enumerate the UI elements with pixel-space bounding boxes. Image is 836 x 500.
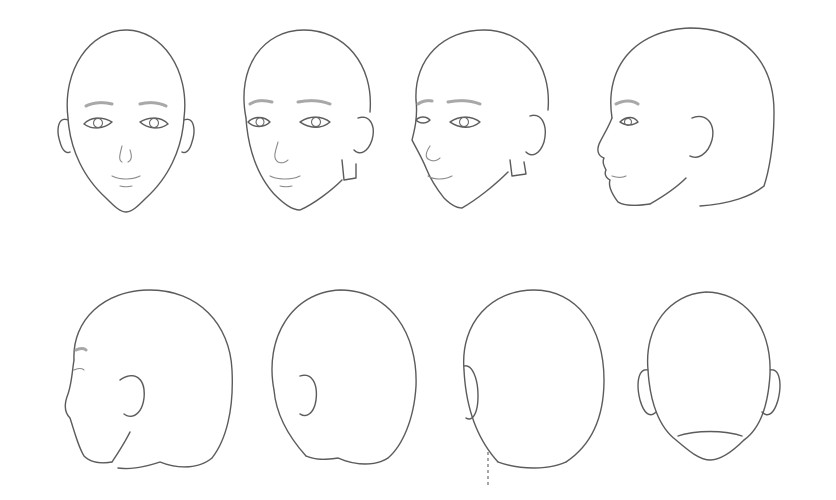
skull-outline [610, 27, 775, 187]
right-iris [148, 117, 160, 129]
skull-outline [271, 289, 417, 459]
skull-outline [646, 291, 771, 441]
skull-outline [243, 29, 372, 119]
right-iris [458, 116, 470, 128]
jaw-outline [647, 369, 677, 441]
jaw-outline [273, 389, 307, 457]
head-front-view [57, 29, 195, 213]
skull-outline [73, 289, 234, 459]
right-eye [449, 116, 481, 128]
left-eyebrow [248, 99, 274, 106]
eyebrow [614, 99, 640, 106]
right-eye [299, 116, 331, 128]
jaw-line [649, 177, 687, 205]
ear [353, 116, 374, 154]
back-of-neck [117, 457, 213, 470]
nose [274, 141, 289, 164]
left-eyebrow [416, 99, 434, 106]
ear [119, 375, 145, 417]
mouth [111, 175, 141, 180]
lower-lip [119, 185, 133, 188]
head-back-view [637, 291, 781, 461]
head-profile-view [597, 27, 775, 207]
head-back-slight-turn-view [463, 289, 605, 488]
head-three-quarter-view [411, 29, 550, 209]
neck-base [675, 439, 745, 461]
right-eyebrow [446, 99, 482, 106]
back-of-neck [699, 185, 765, 207]
face-edge [64, 359, 113, 464]
neck-line [341, 159, 357, 181]
right-iris [310, 116, 322, 128]
nose [425, 145, 441, 162]
ear [525, 114, 546, 156]
jaw-outline [67, 117, 185, 213]
neck-base [497, 461, 567, 469]
eyebrow [74, 347, 88, 352]
skull-outline [463, 289, 605, 463]
ear [689, 115, 714, 158]
nose [119, 145, 132, 163]
left-eye [83, 117, 113, 129]
left-eye [247, 116, 271, 128]
face-profile [597, 117, 651, 207]
jaw-outline [245, 117, 343, 211]
jaw-line [111, 431, 131, 463]
head-back-three-quarter-view [271, 289, 417, 465]
skull-outline [415, 29, 550, 111]
skull-outline [66, 29, 186, 119]
ear [299, 374, 318, 417]
neck-base [305, 455, 389, 465]
left-eyebrow [84, 101, 114, 108]
head-turnaround-sheet [57, 27, 781, 488]
neck-line [509, 159, 527, 177]
mouth [611, 175, 627, 179]
left-eye [415, 116, 431, 124]
left-iris [255, 117, 265, 127]
head-back-three-quarter-left-view [64, 289, 234, 470]
right-eyebrow [296, 99, 332, 106]
jaw-outline [463, 369, 499, 463]
left-iris [92, 117, 104, 129]
left-ear [637, 369, 657, 416]
head-three-quarter-slight-view [243, 29, 374, 211]
right-eye [139, 117, 169, 129]
eye [73, 367, 85, 371]
mouth [269, 175, 301, 180]
lower-lip [279, 185, 293, 188]
right-eyebrow [138, 101, 168, 108]
neck-top [677, 430, 743, 437]
